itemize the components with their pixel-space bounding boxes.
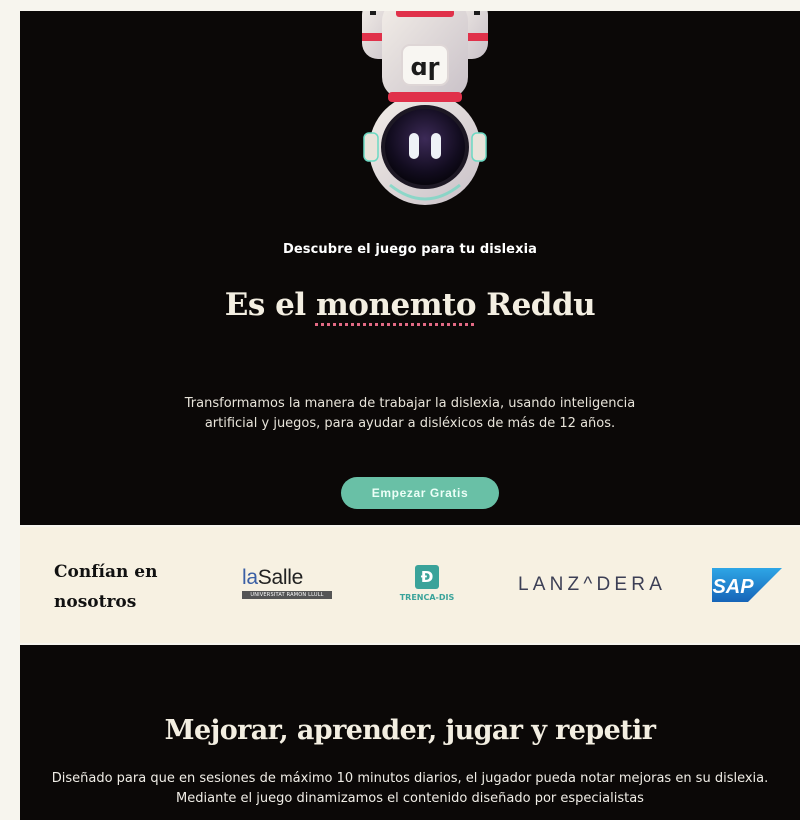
hero-headline: Es el monemto Reddu xyxy=(20,287,800,323)
lanzadera-logo: LANZ^DERA xyxy=(518,574,667,595)
trusted-by-title: Confían en nosotros xyxy=(54,557,184,617)
trenca-dis-logo: Ð TRENCA-DIS xyxy=(394,565,460,602)
start-free-button[interactable]: Empezar Gratis xyxy=(341,477,499,509)
lasalle-logo-subtitle: UNIVERSITAT RAMON LLULL xyxy=(242,591,332,599)
lasalle-logo-prefix: la xyxy=(242,566,258,589)
trusted-by-title-line-2: nosotros xyxy=(54,592,137,612)
astronaut-mascot-image: ɑɼ xyxy=(362,11,488,205)
trenca-dis-icon: Ð xyxy=(415,565,439,589)
features-title: Mejorar, aprender, jugar y repetir xyxy=(164,715,656,746)
features-description: Diseñado para que en sesiones de máximo … xyxy=(20,769,800,809)
lasalle-logo-suffix: Salle xyxy=(257,566,304,589)
headline-text-before: Es el xyxy=(224,287,316,323)
headline-text-after: Reddu xyxy=(476,287,596,323)
trusted-by-section: Confían en nosotros laSalle UNIVERSITAT … xyxy=(20,527,800,643)
features-description-line-2: Mediante el juego dinamizamos el conteni… xyxy=(176,791,644,806)
trenca-dis-label: TRENCA-DIS xyxy=(399,593,455,602)
features-section: Mejorar, aprender, jugar y repetir Diseñ… xyxy=(20,645,800,820)
lasalle-logo: laSalle UNIVERSITAT RAMON LLULL xyxy=(242,566,334,599)
trusted-by-title-line-1: Confían en xyxy=(54,562,158,582)
hero-section: ɑɼ Descubre el juego para tu dislexia Es… xyxy=(20,11,800,525)
sap-logo: SAP xyxy=(712,568,782,602)
features-description-line-1: Diseñado para que en sesiones de máximo … xyxy=(51,771,769,786)
hero-description-line-2: artificial y juegos, para ayudar a dislé… xyxy=(204,416,616,431)
hero-eyebrow: Descubre el juego para tu dislexia xyxy=(282,242,538,257)
sap-logo-text: SAP xyxy=(712,576,754,598)
hero-description-line-1: Transformamos la manera de trabajar la d… xyxy=(184,396,636,411)
misspelled-word: monemto xyxy=(315,287,477,323)
hero-description: Transformamos la manera de trabajar la d… xyxy=(150,394,670,434)
astronaut-badge-text: ɑɼ xyxy=(410,53,439,81)
